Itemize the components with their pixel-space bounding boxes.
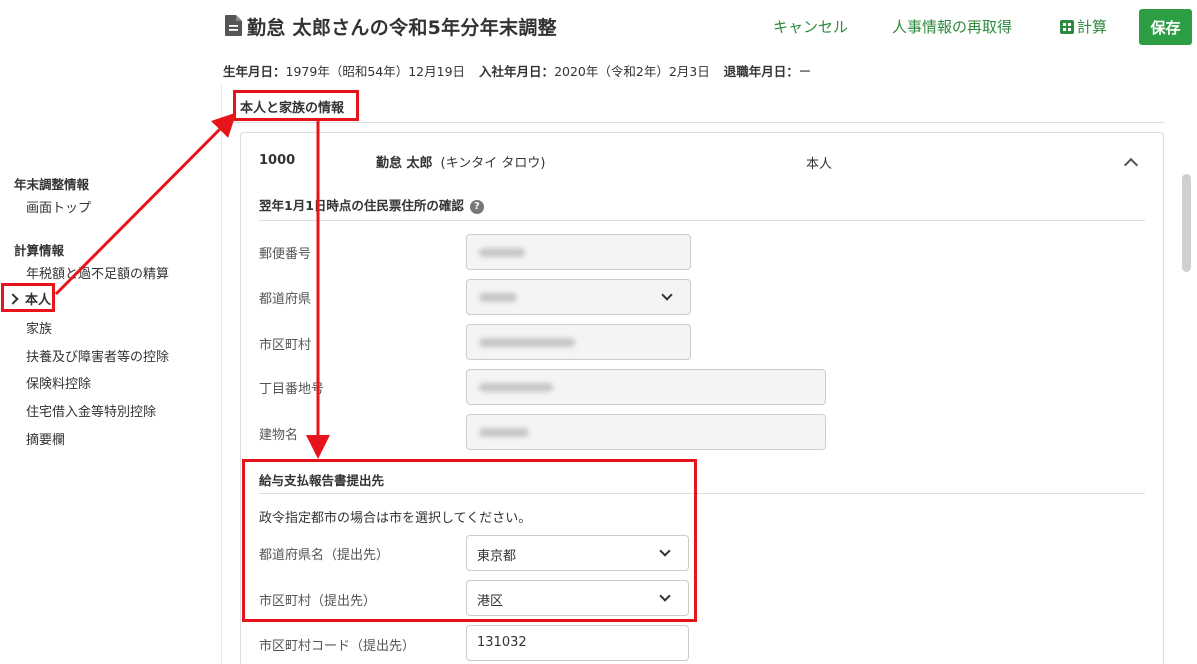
join-date-value: 2020年（令和2年）2月3日	[554, 64, 710, 79]
sidebar-item-tax-settlement[interactable]: 年税額と過不足額の精算	[26, 263, 169, 282]
scrollbar-thumb[interactable]	[1182, 174, 1191, 272]
postal-code-input[interactable]	[466, 234, 691, 270]
sidebar-item-family[interactable]: 家族	[26, 318, 52, 337]
calculator-icon	[1060, 19, 1074, 34]
annotation-box-report-destination	[242, 459, 697, 622]
sidebar-heading-year-end: 年末調整情報	[14, 177, 90, 192]
question-circle-icon[interactable]: ?	[469, 200, 484, 214]
address-section-title-text: 翌年1月1日時点の住民票住所の確認	[259, 198, 464, 213]
employee-number: 1000	[259, 153, 296, 168]
cancel-link[interactable]: キャンセル	[773, 16, 848, 37]
birth-date-label: 生年月日：	[223, 64, 286, 79]
chevron-down-icon	[661, 289, 673, 301]
prefecture-select[interactable]	[466, 279, 691, 315]
report-city-code-value: 131032	[477, 635, 527, 650]
report-city-code-label: 市区町村コード（提出先）	[259, 639, 416, 654]
address-divider	[259, 220, 1145, 221]
page-title: 勤怠 太郎さんの令和5年分年末調整	[247, 17, 557, 39]
building-label: 建物名	[259, 428, 299, 443]
annotation-box-sidebar-self	[1, 283, 55, 312]
report-city-code-input[interactable]: 131032	[466, 625, 689, 661]
calculate-label: 計算	[1077, 18, 1108, 36]
join-date-label: 入社年月日：	[479, 64, 555, 79]
postal-code-label: 郵便番号	[259, 247, 312, 262]
prefecture-label: 都道府県	[259, 292, 312, 307]
sidebar-heading-calc: 計算情報	[14, 243, 65, 258]
sidebar-item-dependents[interactable]: 扶養及び障害者等の控除	[26, 346, 169, 365]
blurred-value	[479, 428, 529, 437]
blurred-value	[479, 383, 553, 392]
birth-date-value: 1979年（昭和54年）12月19日	[285, 64, 466, 79]
employee-relation: 本人	[806, 157, 833, 172]
refetch-hr-info-link[interactable]: 人事情報の再取得	[892, 16, 1012, 37]
blurred-value	[479, 338, 575, 347]
city-label: 市区町村	[259, 338, 312, 353]
street-label: 丁目番地号	[259, 382, 325, 397]
document-icon	[225, 15, 242, 36]
sidebar-item-top[interactable]: 画面トップ	[26, 197, 91, 216]
annotation-box-section-title	[233, 90, 359, 121]
section-divider	[223, 122, 1164, 123]
content-divider	[221, 85, 222, 664]
address-section-title: 翌年1月1日時点の住民票住所の確認?	[259, 195, 484, 214]
retire-date-value: ー	[798, 64, 812, 79]
building-input[interactable]	[466, 414, 826, 450]
employee-dates: 生年月日：1979年（昭和54年）12月19日 入社年月日：2020年（令和2年）…	[223, 61, 811, 80]
city-input[interactable]	[466, 324, 691, 360]
calculate-link[interactable]: 計算	[1060, 16, 1107, 37]
save-button[interactable]: 保存	[1139, 9, 1192, 45]
blurred-value	[479, 293, 517, 302]
sidebar-item-remarks[interactable]: 摘要欄	[26, 429, 65, 448]
employee-name-kanji: 勤怠 太郎	[376, 156, 433, 171]
street-input[interactable]	[466, 369, 826, 405]
sidebar-item-housing-loan[interactable]: 住宅借入金等特別控除	[26, 401, 156, 420]
blurred-value	[479, 248, 525, 257]
retire-date-label: 退職年月日：	[723, 64, 799, 79]
sidebar-item-insurance[interactable]: 保険料控除	[26, 373, 91, 392]
employee-name: 勤怠 太郎 (キンタイ タロウ)	[376, 152, 545, 171]
employee-name-kana: (キンタイ タロウ)	[440, 156, 546, 171]
